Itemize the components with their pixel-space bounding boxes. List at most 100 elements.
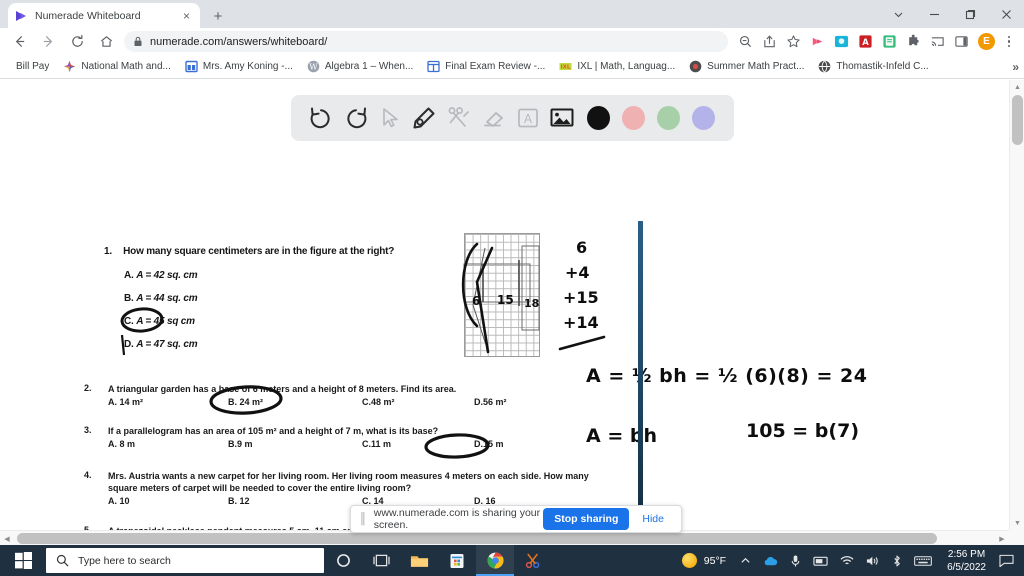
redo-arrow-icon[interactable]: [338, 100, 372, 136]
color-swatch-black[interactable]: [587, 106, 611, 130]
color-swatch-purple[interactable]: [692, 106, 715, 130]
scroll-down-icon[interactable]: ▼: [1010, 516, 1024, 530]
keyboard-icon[interactable]: [908, 545, 938, 576]
close-icon[interactable]: [988, 0, 1024, 28]
home-icon[interactable]: [94, 29, 119, 54]
profile-avatar[interactable]: E: [978, 33, 995, 50]
wordpress-icon: W: [307, 60, 320, 73]
drag-handle-icon[interactable]: ║: [359, 513, 367, 525]
forward-arrow-icon[interactable]: [36, 29, 61, 54]
bookmark-national-math[interactable]: National Math and...: [57, 57, 177, 77]
hide-button[interactable]: Hide: [633, 509, 673, 529]
bookmark-label: IXL | Math, Languag...: [577, 61, 676, 72]
bookmark-bill-pay[interactable]: Bill Pay: [10, 57, 55, 77]
scroll-up-icon[interactable]: ▲: [1010, 80, 1024, 94]
close-icon[interactable]: ×: [179, 8, 194, 23]
folder-icon[interactable]: [400, 545, 438, 576]
speech-bubble-icon[interactable]: [995, 554, 1024, 568]
bookmark-label: Algebra 1 – When...: [324, 61, 414, 72]
bookmark-label: Thomastik-Infeld C...: [836, 61, 929, 72]
bookmark-label: National Math and...: [81, 61, 171, 72]
horizontal-scrollbar-thumb[interactable]: [17, 533, 937, 544]
svg-text:A: A: [862, 37, 869, 47]
reload-icon[interactable]: [65, 29, 90, 54]
chevron-up-icon[interactable]: [734, 545, 757, 576]
tab-search-chevron-icon[interactable]: [880, 0, 916, 28]
snip-sketch-icon[interactable]: [514, 545, 552, 576]
svg-text:IXL: IXL: [561, 65, 571, 71]
cast-icon[interactable]: [926, 31, 948, 53]
bookmark-star-icon[interactable]: [782, 31, 804, 53]
bookmark-ixl[interactable]: IXL IXL | Math, Languag...: [553, 57, 681, 77]
vertical-scrollbar[interactable]: ▲ ▼: [1009, 80, 1024, 530]
system-tray: 95°F 2:56 PM 6/5/2022: [678, 545, 1024, 576]
kebab-menu-icon[interactable]: [999, 31, 1019, 53]
numerade-extension-icon[interactable]: [806, 31, 828, 53]
bookmarks-bar: Bill Pay National Math and... Mrs. Amy K…: [0, 55, 1024, 79]
blue-table-icon: [427, 60, 440, 73]
weather-temperature: 95°F: [703, 554, 727, 567]
ixl-icon: IXL: [559, 60, 572, 73]
vertical-scrollbar-thumb[interactable]: [1012, 95, 1023, 145]
color-swatch-pink[interactable]: [622, 106, 646, 130]
volume-icon[interactable]: [860, 545, 886, 576]
scroll-right-icon[interactable]: ▶: [995, 531, 1009, 546]
screencast-extension-icon[interactable]: [830, 31, 852, 53]
side-panel-icon[interactable]: [950, 31, 972, 53]
bookmark-final-exam-review[interactable]: Final Exam Review -...: [421, 57, 551, 77]
onedrive-icon[interactable]: [757, 545, 784, 576]
dark-circle-icon: [689, 60, 702, 73]
pencil-icon[interactable]: [407, 100, 441, 136]
bookmark-algebra-1[interactable]: W Algebra 1 – When...: [301, 57, 419, 77]
bookmark-mrs-amy-koning[interactable]: Mrs. Amy Koning -...: [179, 57, 299, 77]
browser-tab[interactable]: Numerade Whiteboard ×: [8, 3, 200, 28]
image-icon[interactable]: [545, 100, 579, 136]
zoom-out-icon[interactable]: [734, 31, 756, 53]
clock-date: 6/5/2022: [947, 561, 986, 573]
chrome-icon[interactable]: [476, 545, 514, 576]
windows-start-icon[interactable]: [0, 545, 46, 576]
whiteboard-toolbar: A: [291, 95, 734, 141]
extensions-puzzle-icon[interactable]: [902, 31, 924, 53]
cortana-circle-icon[interactable]: [324, 545, 362, 576]
address-bar[interactable]: numerade.com/answers/whiteboard/: [124, 31, 728, 52]
scroll-left-icon[interactable]: ◀: [0, 531, 14, 546]
taskbar-clock[interactable]: 2:56 PM 6/5/2022: [938, 545, 995, 576]
back-arrow-icon[interactable]: [7, 29, 32, 54]
undo-arrow-icon[interactable]: [304, 100, 338, 136]
star-multicolor-icon: [63, 60, 76, 73]
bookmark-summer-math-practice[interactable]: Summer Math Pract...: [683, 57, 810, 77]
share-icon[interactable]: [758, 31, 780, 53]
kami-extension-icon[interactable]: [878, 31, 900, 53]
share-message: www.numerade.com is sharing your screen.: [373, 507, 541, 531]
cursor-arrow-icon[interactable]: [373, 100, 407, 136]
maximize-icon[interactable]: [952, 0, 988, 28]
eraser-icon[interactable]: [476, 100, 510, 136]
scissors-icon[interactable]: [442, 100, 476, 136]
taskbar-search-box[interactable]: Type here to search: [46, 548, 324, 573]
blue-window-icon: [185, 60, 198, 73]
taskbar-weather[interactable]: 95°F: [678, 545, 734, 576]
browser-toolbar: numerade.com/answers/whiteboard/ A E: [0, 28, 1024, 55]
new-tab-button[interactable]: +: [208, 6, 228, 26]
task-view-icon[interactable]: [362, 545, 400, 576]
wifi-icon[interactable]: [834, 545, 860, 576]
bookmark-label: Summer Math Pract...: [707, 61, 805, 72]
circle-q1-option-c: [120, 307, 164, 333]
store-icon[interactable]: [438, 545, 476, 576]
bookmark-thomastik-infeld[interactable]: Thomastik-Infeld C...: [812, 57, 934, 77]
minimize-icon[interactable]: [916, 0, 952, 28]
bookmark-label: Bill Pay: [16, 61, 50, 72]
tab-title: Numerade Whiteboard: [35, 9, 141, 22]
bluetooth-icon[interactable]: [886, 545, 908, 576]
screen-share-icon[interactable]: [807, 545, 834, 576]
microphone-icon[interactable]: [784, 545, 807, 576]
ink-answer-circles: [120, 307, 490, 459]
adobe-pdf-extension-icon[interactable]: A: [854, 31, 876, 53]
color-swatch-green[interactable]: [657, 106, 681, 130]
bookmarks-overflow-button[interactable]: »: [1012, 60, 1019, 74]
text-a-icon[interactable]: A: [510, 100, 544, 136]
stop-sharing-button[interactable]: Stop sharing: [543, 508, 630, 530]
globe-icon: [818, 60, 831, 73]
lock-icon: [133, 36, 143, 47]
